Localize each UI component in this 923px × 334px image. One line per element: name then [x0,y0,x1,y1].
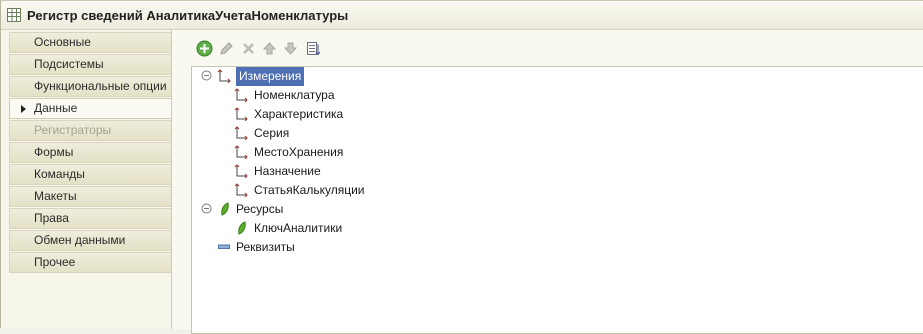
window-title: Регистр сведений АналитикаУчетаНоменклат… [27,8,349,23]
collapse-icon[interactable] [200,202,213,215]
sidebar-item-label: Команды [34,167,85,181]
edit-icon[interactable] [218,40,235,57]
sidebar-item-prava[interactable]: Права [9,208,171,229]
tree-item-label: МестоХранения [254,145,344,159]
tree-item-label: Характеристика [254,107,344,121]
delete-icon[interactable] [240,40,257,57]
tree-group-label: Ресурсы [236,202,284,216]
add-icon[interactable] [196,40,213,57]
attribute-tree: Измерения Номенклатура Характеристика Се… [191,66,923,334]
active-arrow-icon [21,105,26,113]
tree-group-label: Реквизиты [236,240,295,254]
register-table-icon [7,8,21,22]
attribute-icon [218,244,230,249]
sidebar-item-prochee[interactable]: Прочее [9,252,171,273]
tree-item-label: СтатьяКалькуляции [254,183,365,197]
sidebar-item-label: Права [34,211,69,225]
sidebar-item-label: Обмен данными [34,233,126,247]
tree-item-label: Номенклатура [254,88,335,102]
content-panel: Измерения Номенклатура Характеристика Се… [171,30,923,334]
tree-item-label: Серия [254,126,290,140]
sidebar-item-label: Регистраторы [34,123,112,137]
tree-item-label: Назначение [254,164,321,178]
sort-icon[interactable] [305,40,322,57]
sidebar-item-label: Прочее [34,255,76,269]
collapse-icon[interactable] [200,69,213,82]
sidebar-item-formy[interactable]: Формы [9,142,171,163]
sidebar-item-dannye[interactable]: Данные [9,98,171,119]
sidebar-item-registratory: Регистраторы [9,120,171,141]
dimension-icon [234,145,248,159]
resource-icon [238,221,246,235]
sidebar-item-osnovnye[interactable]: Основные [9,32,171,53]
sidebar-item-obmen-dannymi[interactable]: Обмен данными [9,230,171,251]
tree-group-label: Измерения [236,67,305,86]
sidebar-item-label: Макеты [34,189,77,203]
dimension-icon [234,107,248,121]
sidebar-item-funkcionalnye-opcii[interactable]: Функциональные опции [9,76,171,97]
sidebar-item-makety[interactable]: Макеты [9,186,171,207]
tree-item-label: КлючАналитики [254,221,343,235]
sidebar-item-label: Формы [34,145,74,159]
dimension-icon [217,69,231,83]
dimension-icon [234,183,248,197]
sidebar-item-label: Основные [34,35,91,49]
move-down-icon[interactable] [282,40,299,57]
sidebar-item-label: Подсистемы [34,57,104,71]
move-up-icon[interactable] [261,40,278,57]
register-editor-window: Регистр сведений АналитикаУчетаНоменклат… [0,0,923,334]
dimension-icon [234,88,248,102]
sidebar-item-komandy[interactable]: Команды [9,164,171,185]
dimension-icon [234,126,248,140]
dimension-icon [234,164,248,178]
title-bar: Регистр сведений АналитикаУчетаНоменклат… [1,1,923,30]
sidebar-item-label: Функциональные опции [34,79,167,93]
sidebar-item-podsistemy[interactable]: Подсистемы [9,54,171,75]
sidebar-item-label: Данные [34,101,78,115]
resource-icon [221,202,229,216]
sidebar: Основные Подсистемы Функциональные опции… [9,32,171,274]
